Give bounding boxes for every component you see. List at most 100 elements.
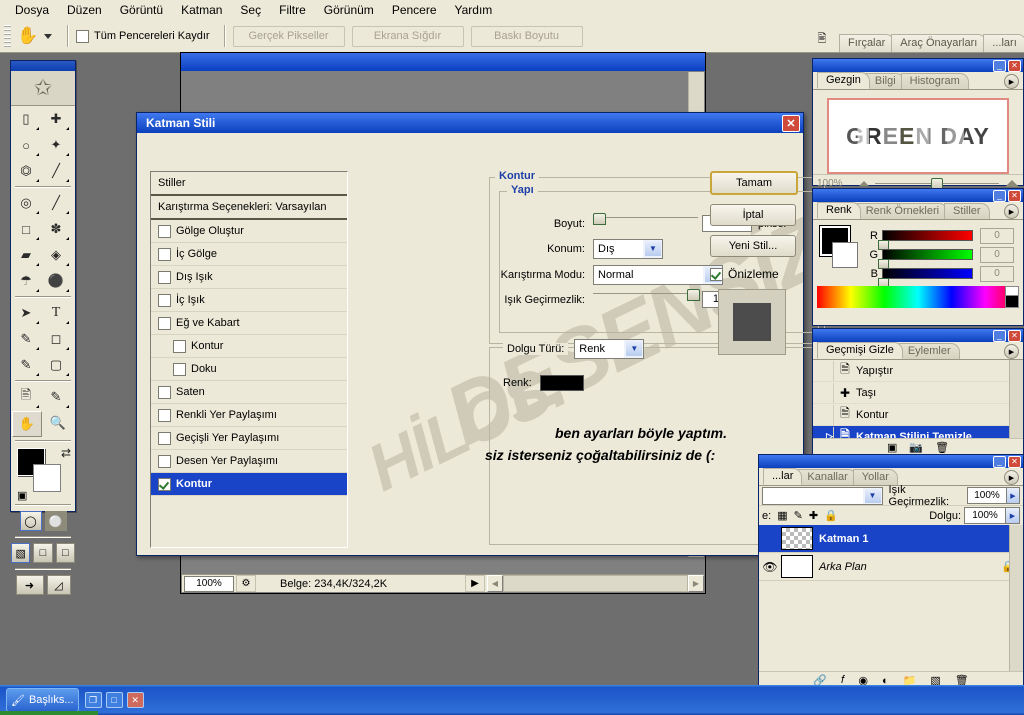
quickmask-mode-icon[interactable]: ⚪ bbox=[44, 511, 67, 531]
tab-katmanlar[interactable]: ...lar bbox=[763, 468, 803, 485]
history-brush-tool-icon[interactable]: ✽ bbox=[42, 217, 70, 241]
menu-item-gorunum[interactable]: Görünüm bbox=[315, 1, 383, 19]
snapshot-icon[interactable]: 📷 bbox=[909, 441, 923, 454]
3d-tool-icon[interactable]: ▢ bbox=[42, 353, 70, 377]
history-snapshot-box[interactable] bbox=[813, 404, 834, 425]
red-value[interactable]: 0 bbox=[980, 227, 1014, 244]
tool-preset-chevron-down-icon[interactable] bbox=[44, 33, 52, 39]
style-row-stroke[interactable]: Kontur bbox=[151, 473, 347, 496]
marquee-tool-icon[interactable]: ▯ bbox=[12, 107, 40, 131]
shape-tool-icon[interactable]: ◻ bbox=[42, 327, 70, 351]
history-title-bar[interactable]: _ ✕ bbox=[813, 329, 1023, 342]
fill-type-select[interactable]: Renk ▼ bbox=[574, 339, 645, 359]
style-row-bevel-emboss[interactable]: Eğ ve Kabart bbox=[151, 312, 347, 335]
style-row-gradient-overlay[interactable]: Geçişli Yer Paylaşımı bbox=[151, 427, 347, 450]
style-row-satin[interactable]: Saten bbox=[151, 381, 347, 404]
zoom-level-field[interactable]: 100% bbox=[184, 575, 234, 592]
layer-thumbnail[interactable] bbox=[781, 527, 813, 550]
layers-scrollbar[interactable] bbox=[1009, 525, 1023, 671]
preview-checkbox[interactable] bbox=[710, 267, 723, 281]
layers-title-bar[interactable]: _ ✕ bbox=[759, 455, 1023, 468]
well-tab-tool-presets[interactable]: Araç Önayarları bbox=[891, 34, 987, 52]
lock-transparent-icon[interactable]: ▦ bbox=[777, 509, 787, 522]
style-checkbox[interactable] bbox=[158, 224, 171, 238]
document-proxy-icon[interactable]: ⚙ bbox=[236, 575, 256, 592]
tab-eylemler[interactable]: Eylemler bbox=[898, 343, 960, 359]
maximize-icon[interactable]: □ bbox=[105, 692, 123, 708]
chevron-down-icon[interactable]: ▼ bbox=[864, 488, 881, 503]
swap-colors-icon[interactable]: ⇄ bbox=[61, 446, 71, 460]
scroll-all-windows-checkbox[interactable] bbox=[76, 29, 89, 43]
crop-tool-icon[interactable]: ⏣ bbox=[12, 159, 40, 183]
well-tab-layer-comps[interactable]: ...ları bbox=[983, 34, 1024, 52]
new-document-icon[interactable]: ▣ bbox=[887, 441, 897, 454]
tab-renk-ornekleri[interactable]: Renk Örnekleri bbox=[856, 203, 949, 219]
layer-fill-value[interactable]: 100% bbox=[964, 507, 1006, 524]
hand-tool-icon[interactable]: ✋ bbox=[12, 411, 42, 437]
move-tool-icon[interactable]: ✚ bbox=[42, 107, 70, 131]
menu-item-katman[interactable]: Katman bbox=[172, 1, 231, 19]
color-spectrum-ramp[interactable] bbox=[817, 286, 1019, 308]
document-title-bar[interactable] bbox=[181, 53, 705, 71]
style-row-pattern-overlay[interactable]: Desen Yer Paylaşımı bbox=[151, 450, 347, 473]
tab-stiller[interactable]: Stiller bbox=[944, 203, 990, 219]
scroll-left-arrow-icon[interactable]: ◀ bbox=[487, 575, 503, 592]
stroke-color-swatch[interactable] bbox=[539, 375, 584, 391]
layer-opacity-value[interactable]: 100% bbox=[967, 487, 1007, 504]
file-browser-icon[interactable]: 🖹 bbox=[809, 26, 835, 52]
blur-tool-icon[interactable]: ☂ bbox=[12, 269, 40, 293]
tab-gezgin[interactable]: Gezgin bbox=[817, 72, 870, 89]
default-colors-icon[interactable]: ▣ bbox=[17, 489, 27, 502]
green-slider[interactable] bbox=[878, 249, 973, 269]
notes-tool-icon[interactable]: 🖹 bbox=[12, 385, 40, 409]
red-slider[interactable] bbox=[878, 230, 973, 250]
fit-on-screen-button[interactable]: Ekrana Sığdır bbox=[351, 25, 464, 47]
well-tab-brushes[interactable]: Fırçalar bbox=[839, 34, 895, 52]
layer-blend-mode-select[interactable]: ▼ bbox=[762, 486, 883, 505]
green-value[interactable]: 0 bbox=[980, 246, 1014, 263]
history-item-move[interactable]: ✚ Taşı bbox=[813, 382, 1023, 404]
style-checkbox[interactable] bbox=[173, 362, 186, 376]
style-row-color-overlay[interactable]: Renkli Yer Paylaşımı bbox=[151, 404, 347, 427]
navigator-title-bar[interactable]: _ ✕ bbox=[813, 59, 1023, 72]
background-color-swatch[interactable] bbox=[33, 464, 61, 492]
close-icon[interactable]: ✕ bbox=[1008, 59, 1021, 72]
size-slider[interactable] bbox=[593, 213, 698, 230]
healing-brush-tool-icon[interactable]: ◎ bbox=[12, 191, 40, 215]
lock-image-icon[interactable]: ✎ bbox=[794, 509, 803, 522]
path-selection-tool-icon[interactable]: ➤ bbox=[12, 301, 40, 325]
menu-item-filtre[interactable]: Filtre bbox=[270, 1, 315, 19]
layer-visibility-icon[interactable]: 👁 bbox=[759, 560, 781, 574]
lasso-tool-icon[interactable]: ○ bbox=[12, 133, 40, 157]
blend-mode-select[interactable]: Normal ▼ bbox=[593, 265, 723, 285]
annotation-tool-icon[interactable]: ✎ bbox=[12, 353, 40, 377]
dialog-title-bar[interactable]: Katman Stili ✕ bbox=[137, 113, 803, 133]
style-checkbox[interactable] bbox=[158, 454, 171, 468]
history-item-stroke[interactable]: 🗎 Kontur bbox=[813, 404, 1023, 426]
close-icon[interactable]: ✕ bbox=[1008, 189, 1021, 202]
menu-item-sec[interactable]: Seç bbox=[231, 1, 270, 19]
style-row-inner-glow[interactable]: İç Işık bbox=[151, 289, 347, 312]
style-checkbox[interactable] bbox=[158, 408, 171, 422]
palette-menu-icon[interactable]: ▶ bbox=[1004, 344, 1019, 359]
restore-icon[interactable]: ❐ bbox=[84, 692, 102, 708]
lock-all-icon[interactable]: 🔒 bbox=[824, 509, 838, 522]
styles-list[interactable]: Stiller Karıştırma Seçenekleri: Varsayıl… bbox=[150, 171, 348, 548]
paint-bucket-tool-icon[interactable]: ◈ bbox=[42, 243, 70, 267]
tab-kanallar[interactable]: Kanallar bbox=[798, 469, 857, 485]
minimize-icon[interactable]: _ bbox=[993, 455, 1006, 468]
status-menu-arrow-icon[interactable]: ▶ bbox=[465, 575, 485, 592]
style-checkbox[interactable] bbox=[158, 270, 171, 284]
screen-mode-full-icon[interactable]: □ bbox=[55, 543, 75, 563]
history-item-clear-layer-style[interactable]: ▷ 🗎 Katman Stilini Temizle bbox=[813, 426, 1023, 438]
style-row-texture[interactable]: Doku bbox=[151, 358, 347, 381]
style-checkbox[interactable] bbox=[158, 247, 171, 261]
navigator-zoom-slider[interactable] bbox=[875, 177, 999, 189]
navigator-zoom-value[interactable]: 100% bbox=[817, 178, 859, 189]
palette-menu-icon[interactable]: ▶ bbox=[1004, 204, 1019, 219]
style-checkbox[interactable] bbox=[158, 293, 171, 307]
style-checkbox[interactable] bbox=[158, 316, 171, 330]
opacity-slider[interactable] bbox=[593, 289, 700, 306]
palette-menu-icon[interactable]: ▶ bbox=[1004, 74, 1019, 89]
tab-histogram[interactable]: Histogram bbox=[900, 73, 969, 89]
